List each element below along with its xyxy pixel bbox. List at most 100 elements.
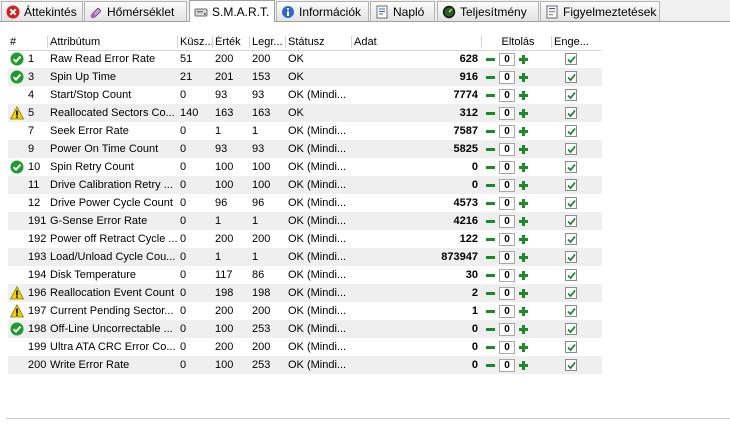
column-header-6[interactable]: Adat — [354, 36, 482, 50]
column-separator[interactable] — [285, 36, 286, 48]
enabled-checkbox[interactable] — [565, 179, 577, 191]
column-separator[interactable] — [551, 36, 552, 48]
decrement-button[interactable] — [484, 143, 497, 156]
offset-value[interactable]: 0 — [499, 52, 515, 66]
decrement-button[interactable] — [484, 215, 497, 228]
offset-value[interactable]: 0 — [499, 358, 515, 372]
offset-value[interactable]: 0 — [499, 250, 515, 264]
table-row[interactable]: 198 Off-Line Uncorrectable ... 0 100 253 OK (… — [8, 320, 602, 338]
table-row[interactable]: 196 Reallocation Event Count 0 198 198 OK (Mi… — [8, 284, 602, 302]
enabled-checkbox[interactable] — [565, 233, 577, 245]
offset-value[interactable]: 0 — [499, 340, 515, 354]
increment-button[interactable] — [517, 233, 530, 246]
column-header-3[interactable]: Érték — [215, 36, 250, 50]
decrement-button[interactable] — [484, 287, 497, 300]
tab-0[interactable]: Áttekintés — [1, 1, 83, 21]
offset-value[interactable]: 0 — [499, 88, 515, 102]
enabled-checkbox[interactable] — [565, 287, 577, 299]
tab-1[interactable]: Hőmérséklet — [84, 1, 187, 21]
increment-button[interactable] — [517, 269, 530, 282]
increment-button[interactable] — [517, 125, 530, 138]
increment-button[interactable] — [517, 359, 530, 372]
enabled-checkbox[interactable] — [565, 161, 577, 173]
enabled-checkbox[interactable] — [565, 107, 577, 119]
table-row[interactable]: 193 Load/Unload Cycle Cou... 0 1 1 OK (Mindi.… — [8, 248, 602, 266]
decrement-button[interactable] — [484, 89, 497, 102]
decrement-button[interactable] — [484, 359, 497, 372]
decrement-button[interactable] — [484, 269, 497, 282]
table-row[interactable]: 12 Drive Power Cycle Count 0 96 96 OK (Mindi.… — [8, 194, 602, 212]
decrement-button[interactable] — [484, 197, 497, 210]
decrement-button[interactable] — [484, 179, 497, 192]
decrement-button[interactable] — [484, 53, 497, 66]
decrement-button[interactable] — [484, 341, 497, 354]
column-separator[interactable] — [212, 36, 213, 48]
offset-value[interactable]: 0 — [499, 178, 515, 192]
tab-5[interactable]: Teljesítmény — [437, 1, 539, 21]
increment-button[interactable] — [517, 305, 530, 318]
table-row[interactable]: 200 Write Error Rate 0 100 253 OK (Mindi... 0 0 — [8, 356, 602, 374]
table-row[interactable]: 9 Power On Time Count 0 93 93 OK (Mindi... 582… — [8, 140, 602, 158]
offset-value[interactable]: 0 — [499, 286, 515, 300]
offset-value[interactable]: 0 — [499, 196, 515, 210]
table-row[interactable]: 11 Drive Calibration Retry ... 0 100 100 OK (… — [8, 176, 602, 194]
table-row[interactable]: 199 Ultra ATA CRC Error Co... 0 200 200 OK (M… — [8, 338, 602, 356]
offset-value[interactable]: 0 — [499, 322, 515, 336]
enabled-checkbox[interactable] — [565, 341, 577, 353]
enabled-checkbox[interactable] — [565, 359, 577, 371]
offset-value[interactable]: 0 — [499, 142, 515, 156]
offset-value[interactable]: 0 — [499, 160, 515, 174]
decrement-button[interactable] — [484, 305, 497, 318]
enabled-checkbox[interactable] — [565, 251, 577, 263]
increment-button[interactable] — [517, 215, 530, 228]
increment-button[interactable] — [517, 143, 530, 156]
increment-button[interactable] — [517, 323, 530, 336]
increment-button[interactable] — [517, 251, 530, 264]
tab-4[interactable]: Napló — [370, 1, 435, 21]
enabled-checkbox[interactable] — [565, 125, 577, 137]
table-row[interactable]: 3 Spin Up Time 21 201 153 OK 916 0 — [8, 68, 602, 86]
increment-button[interactable] — [517, 161, 530, 174]
decrement-button[interactable] — [484, 251, 497, 264]
offset-value[interactable]: 0 — [499, 232, 515, 246]
increment-button[interactable] — [517, 71, 530, 84]
increment-button[interactable] — [517, 197, 530, 210]
offset-value[interactable]: 0 — [499, 70, 515, 84]
enabled-checkbox[interactable] — [565, 215, 577, 227]
table-row[interactable]: 10 Spin Retry Count 0 100 100 OK (Mindi... 0 0 — [8, 158, 602, 176]
enabled-checkbox[interactable] — [565, 197, 577, 209]
enabled-checkbox[interactable] — [565, 269, 577, 281]
increment-button[interactable] — [517, 89, 530, 102]
table-row[interactable]: 1 Raw Read Error Rate 51 200 200 OK 628 0 — [8, 50, 602, 68]
column-separator[interactable] — [351, 36, 352, 48]
enabled-checkbox[interactable] — [565, 323, 577, 335]
offset-value[interactable]: 0 — [499, 124, 515, 138]
table-row[interactable]: 4 Start/Stop Count 0 93 93 OK (Mindi... 7774 0 — [8, 86, 602, 104]
decrement-button[interactable] — [484, 107, 497, 120]
increment-button[interactable] — [517, 287, 530, 300]
decrement-button[interactable] — [484, 161, 497, 174]
increment-button[interactable] — [517, 179, 530, 192]
enabled-checkbox[interactable] — [565, 89, 577, 101]
increment-button[interactable] — [517, 341, 530, 354]
increment-button[interactable] — [517, 107, 530, 120]
table-row[interactable]: 5 Reallocated Sectors Co... 140 163 163 OK 312… — [8, 104, 602, 122]
decrement-button[interactable] — [484, 233, 497, 246]
tab-6[interactable]: Figyelmeztetések — [540, 1, 660, 21]
table-row[interactable]: 197 Current Pending Sector... 0 200 200 OK (M… — [8, 302, 602, 320]
column-separator[interactable] — [481, 36, 482, 48]
column-separator[interactable] — [47, 36, 48, 48]
enabled-checkbox[interactable] — [565, 71, 577, 83]
tab-2[interactable]: S.M.A.R.T. — [189, 0, 275, 22]
decrement-button[interactable] — [484, 71, 497, 84]
offset-value[interactable]: 0 — [499, 304, 515, 318]
column-header-8[interactable]: Enge... — [554, 36, 600, 50]
table-row[interactable]: 7 Seek Error Rate 0 1 1 OK (Mindi... 7587 0 — [8, 122, 602, 140]
enabled-checkbox[interactable] — [565, 143, 577, 155]
column-header-5[interactable]: Státusz — [288, 36, 352, 50]
increment-button[interactable] — [517, 53, 530, 66]
column-header-4[interactable]: Legr... — [252, 36, 286, 50]
table-row[interactable]: 194 Disk Temperature 0 117 86 OK (Mindi... 30 0 — [8, 266, 602, 284]
table-row[interactable]: 192 Power off Retract Cycle ... 0 200 200 OK … — [8, 230, 602, 248]
decrement-button[interactable] — [484, 323, 497, 336]
